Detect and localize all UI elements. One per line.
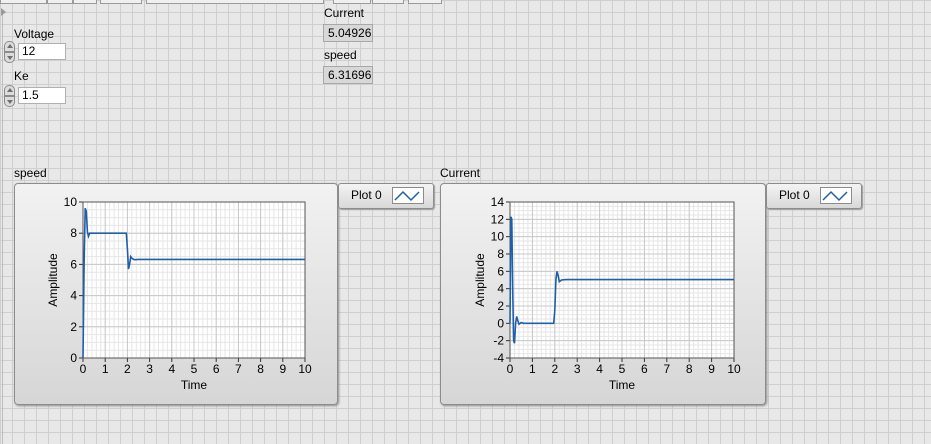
speed-chart: 0 1 2 3 4 5 6 7 8 9 10 0 2 4 6 8 10 Time Amplitude xyxy=(46,195,312,392)
x-tick-label: 3 xyxy=(146,362,153,376)
decrement-arrow-icon[interactable] xyxy=(4,52,15,63)
x-tick-label: 5 xyxy=(191,362,198,376)
ke-input[interactable]: 1.5 xyxy=(18,87,66,104)
toolbar-button[interactable] xyxy=(73,0,97,4)
x-tick-label: 3 xyxy=(574,362,581,376)
toolbar-button[interactable] xyxy=(372,0,404,4)
panel-edge-line xyxy=(2,14,3,444)
x-tick-label: 0 xyxy=(80,362,87,376)
toolbar-button[interactable] xyxy=(0,0,47,4)
y-tick-label: -4 xyxy=(493,351,504,365)
y-tick-label: 14 xyxy=(491,195,505,209)
current-indicator: 5.04926 xyxy=(323,24,373,42)
current-legend[interactable]: Plot 0 xyxy=(766,183,862,209)
y-tick-label: 4 xyxy=(497,282,504,296)
y-tick-label: -2 xyxy=(493,334,504,348)
speed-indicator: 6.31696 xyxy=(323,66,373,84)
y-tick-label: 6 xyxy=(70,257,77,271)
x-tick-label: 10 xyxy=(298,362,312,376)
y-tick-label: 4 xyxy=(70,289,77,303)
toolbar-button[interactable] xyxy=(146,0,324,4)
ke-spinner xyxy=(4,85,15,107)
x-tick-label: 7 xyxy=(235,362,242,376)
y-tick-label: 8 xyxy=(497,247,504,261)
legend-label: Plot 0 xyxy=(779,188,810,202)
y-tick-label: 0 xyxy=(70,351,77,365)
toolbar-button[interactable] xyxy=(333,0,371,4)
increment-arrow-icon[interactable] xyxy=(4,41,15,52)
toolbar-button[interactable] xyxy=(100,0,142,4)
y-tick-label: 2 xyxy=(70,320,77,334)
legend-label: Plot 0 xyxy=(351,188,382,202)
increment-arrow-icon[interactable] xyxy=(4,85,15,96)
x-tick-label: 6 xyxy=(641,362,648,376)
y-axis-label: Amplitude xyxy=(473,253,487,307)
y-tick-label: 6 xyxy=(497,264,504,278)
x-tick-label: 7 xyxy=(663,362,670,376)
speed-legend[interactable]: Plot 0 xyxy=(338,183,434,209)
decrement-arrow-icon[interactable] xyxy=(4,96,15,107)
panel-marker-icon xyxy=(1,8,6,16)
x-tick-label: 6 xyxy=(213,362,220,376)
x-tick-label: 5 xyxy=(619,362,626,376)
current-graph-caption: Current xyxy=(440,166,481,180)
x-tick-label: 10 xyxy=(727,362,741,376)
x-tick-label: 4 xyxy=(168,362,175,376)
line-plot-icon xyxy=(392,187,424,204)
y-tick-label: 0 xyxy=(497,316,504,330)
current-graph[interactable]: 0 1 2 3 4 5 6 7 8 9 10 -4 -2 0 2 4 6 8 10 12 14 Time Amplitude xyxy=(440,183,766,405)
x-tick-label: 0 xyxy=(507,362,514,376)
x-tick-label: 9 xyxy=(708,362,715,376)
toolbar-strip xyxy=(0,0,442,4)
x-tick-label: 1 xyxy=(102,362,109,376)
speed-graph[interactable]: 0 1 2 3 4 5 6 7 8 9 10 0 2 4 6 8 10 Time Amplitude xyxy=(14,183,338,405)
y-tick-label: 2 xyxy=(497,299,504,313)
voltage-spinner xyxy=(4,41,15,63)
y-tick-label: 10 xyxy=(64,195,78,209)
x-tick-label: 2 xyxy=(124,362,131,376)
x-tick-label: 1 xyxy=(529,362,536,376)
y-tick-label: 12 xyxy=(491,212,505,226)
x-tick-label: 8 xyxy=(686,362,693,376)
x-tick-label: 9 xyxy=(279,362,286,376)
current-indicator-label: Current xyxy=(324,6,365,20)
x-axis-label: Time xyxy=(181,378,208,392)
voltage-input[interactable]: 12 xyxy=(18,43,66,60)
y-axis-label: Amplitude xyxy=(46,253,60,307)
y-tick-label: 8 xyxy=(70,226,77,240)
x-tick-label: 8 xyxy=(257,362,264,376)
ke-label: Ke xyxy=(14,69,29,83)
voltage-label: Voltage xyxy=(14,27,55,41)
x-axis-label: Time xyxy=(609,378,636,392)
x-tick-label: 2 xyxy=(551,362,558,376)
y-tick-label: 10 xyxy=(491,230,505,244)
current-chart: 0 1 2 3 4 5 6 7 8 9 10-4-202468101214TimeAmplitude xyxy=(473,195,741,392)
toolbar-button[interactable] xyxy=(47,0,73,4)
line-plot-icon xyxy=(820,187,852,204)
speed-indicator-label: speed xyxy=(324,48,357,62)
speed-graph-caption: speed xyxy=(14,166,47,180)
x-tick-label: 4 xyxy=(596,362,603,376)
toolbar-button[interactable] xyxy=(408,0,442,4)
